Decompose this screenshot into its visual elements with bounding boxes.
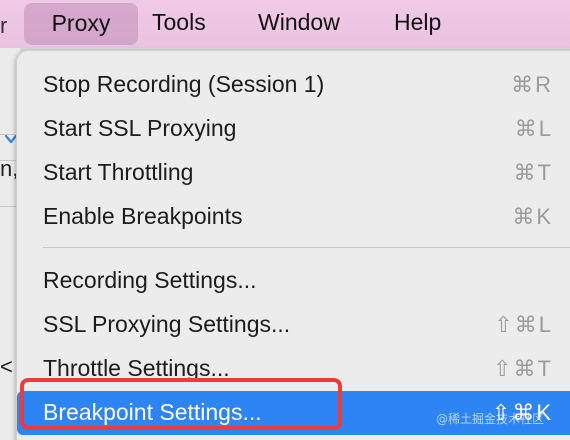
menu-bar: r Proxy Tools Window Help <box>0 0 570 48</box>
menu-tools[interactable]: Tools <box>152 0 206 48</box>
menu-item-label: Stop Recording (Session 1) <box>43 71 325 97</box>
menu-item-shortcut: ⌘K <box>512 204 553 229</box>
menu-bar-left-fragment: r <box>0 13 8 38</box>
menu-item-enable-breakpoints[interactable]: Enable Breakpoints ⌘K <box>27 195 570 239</box>
menu-item-label: Recording Settings... <box>43 267 257 293</box>
menu-item-label: Enable Breakpoints <box>43 203 243 229</box>
menu-item-start-throttling[interactable]: Start Throttling ⌘T <box>27 151 570 195</box>
menu-item-shortcut: ⌘T <box>513 160 553 185</box>
red-highlight-annotation <box>20 378 342 430</box>
menu-item-label: SSL Proxying Settings... <box>43 311 291 337</box>
menu-proxy[interactable]: Proxy <box>24 3 138 45</box>
menu-help[interactable]: Help <box>394 0 441 48</box>
back-chevron-icon[interactable]: < <box>0 354 13 380</box>
watermark: @稀土掘金技术社区 <box>435 412 544 426</box>
menu-item-start-ssl-proxying[interactable]: Start SSL Proxying ⌘L <box>27 107 570 151</box>
menu-item-label: Start Throttling <box>43 159 194 185</box>
menu-item-shortcut: ⇧⌘T <box>493 356 553 381</box>
menu-item-shortcut: ⇧⌘L <box>494 312 553 337</box>
menu-item-ssl-proxying-settings[interactable]: SSL Proxying Settings... ⇧⌘L <box>27 303 570 347</box>
menu-item-shortcut: ⌘R <box>511 72 553 97</box>
menu-item-stop-recording[interactable]: Stop Recording (Session 1) ⌘R <box>27 63 570 107</box>
menu-item-label: Start SSL Proxying <box>43 115 237 141</box>
menu-separator <box>43 247 570 248</box>
menu-item-shortcut: ⌘L <box>514 116 553 141</box>
menu-item-recording-settings[interactable]: Recording Settings... <box>27 259 570 303</box>
menu-window[interactable]: Window <box>258 0 340 48</box>
